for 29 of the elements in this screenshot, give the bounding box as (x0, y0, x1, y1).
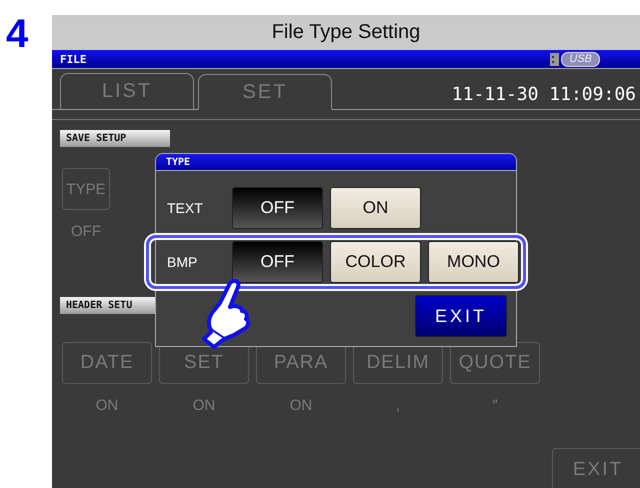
dialog-title: TYPE (156, 154, 516, 171)
screen-title: File Type Setting (52, 15, 640, 50)
setting-button[interactable]: QUOTE (450, 342, 540, 384)
tab[interactable]: SET (198, 74, 332, 110)
section-heading: SAVE SETUP (60, 130, 170, 147)
step-number: 4 (5, 11, 30, 58)
setting-value: ″ (492, 397, 498, 414)
setting-button[interactable]: TYPE (62, 168, 110, 210)
setting-button[interactable]: DATE (62, 342, 152, 384)
usb-badge: USB (561, 52, 600, 66)
option-button[interactable]: OFF (232, 187, 323, 229)
setting-value: ON (290, 397, 312, 414)
option-button[interactable]: ON (330, 187, 421, 229)
setting-value: OFF (71, 223, 101, 240)
option-label: BMP (167, 254, 198, 270)
usb-drive-icon (550, 52, 560, 66)
setting-value: ON (192, 397, 216, 414)
option-button[interactable]: MONO (428, 241, 519, 283)
setting-value: ON (96, 397, 118, 414)
section-heading: HEADER SETU (60, 297, 155, 314)
option-button[interactable]: OFF (232, 241, 323, 283)
setting-value: , (396, 397, 400, 414)
option-label: TEXT (167, 200, 204, 216)
exit-button[interactable]: EXIT (415, 295, 507, 337)
option-button[interactable]: COLOR (330, 241, 421, 283)
date-time: 11-11-30 11:09:06 (452, 84, 636, 105)
tab[interactable]: LIST (60, 73, 194, 109)
exit-button[interactable]: EXIT (552, 448, 640, 488)
screen-name: FILE (60, 52, 86, 66)
